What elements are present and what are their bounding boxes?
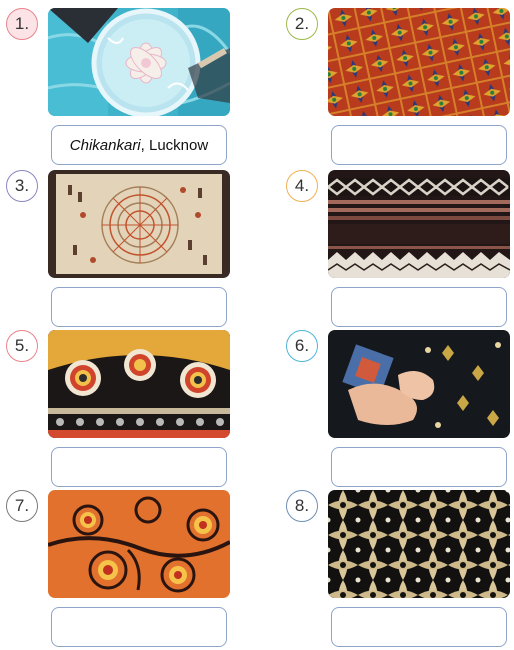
hand-embroidery-image <box>328 330 510 438</box>
kutch-embroidery-image <box>48 490 230 598</box>
answer-box[interactable]: Chikankari, Lucknow <box>51 125 227 165</box>
kantha-embroidery-image <box>48 170 230 278</box>
answer-box[interactable] <box>51 287 227 327</box>
woven-textile-image <box>328 170 510 278</box>
exercise-item-6: 6. <box>286 330 514 490</box>
phulkari-embroidery-image <box>328 8 510 116</box>
answer-box[interactable] <box>51 447 227 487</box>
item-number: 6. <box>286 330 318 362</box>
answer-box[interactable] <box>331 447 507 487</box>
item-number: 8. <box>286 490 318 522</box>
exercise-item-7: 7. <box>6 490 258 650</box>
answer-box[interactable] <box>331 287 507 327</box>
item-number: 2. <box>286 8 318 40</box>
mirror-work-embroidery-image <box>48 330 230 438</box>
item-number: 3. <box>6 170 38 202</box>
item-number: 7. <box>6 490 38 522</box>
exercise-item-5: 5. <box>6 330 258 490</box>
gold-lattice-embroidery-image <box>328 490 510 598</box>
chikankari-embroidery-image <box>48 8 230 116</box>
answer-box[interactable] <box>331 125 507 165</box>
answer-box[interactable] <box>331 607 507 647</box>
item-number: 1. <box>6 8 38 40</box>
answer-craft-name: Chikankari <box>69 136 141 154</box>
item-number: 4. <box>286 170 318 202</box>
answer-box[interactable] <box>51 607 227 647</box>
exercise-item-4: 4. <box>286 170 514 330</box>
exercise-item-1: 1. Chikankari, Lucknow <box>6 8 258 168</box>
exercise-item-2: 2. <box>286 8 514 168</box>
exercise-item-3: 3. <box>6 170 258 330</box>
item-number: 5. <box>6 330 38 362</box>
exercise-item-8: 8. <box>286 490 514 650</box>
answer-place: , Lucknow <box>140 136 209 154</box>
